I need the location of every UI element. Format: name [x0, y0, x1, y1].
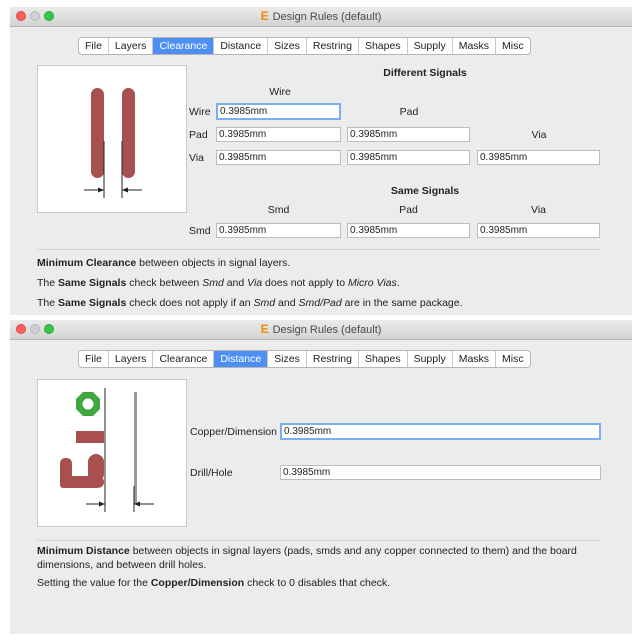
tab-layers[interactable]: Layers: [109, 38, 154, 54]
smd-pad-clearance-input[interactable]: [347, 223, 470, 238]
tab-shapes[interactable]: Shapes: [359, 351, 408, 367]
clearance-description-2: The Same Signals check between Smd and V…: [37, 277, 400, 289]
via-wire-clearance-input[interactable]: [216, 150, 341, 165]
same-signals-heading: Same Signals: [390, 185, 460, 197]
design-rules-window-distance: E Design Rules (default) File Layers Clea…: [10, 320, 632, 634]
via-via-clearance-input[interactable]: [477, 150, 600, 165]
column-header-wire: Wire: [269, 86, 291, 98]
design-rules-window-clearance: E Design Rules (default) File Layers Clea…: [10, 7, 632, 315]
tab-bar: File Layers Clearance Distance Sizes Res…: [78, 37, 531, 55]
row-label-via: Via: [189, 152, 204, 164]
column-header-smd: Smd: [267, 204, 290, 216]
distance-description-1: Minimum Distance between objects in sign…: [37, 545, 577, 571]
divider: [37, 249, 600, 250]
tab-file[interactable]: File: [79, 38, 109, 54]
column-header-same-pad: Pad: [399, 204, 418, 216]
distance-preview-image: [37, 379, 187, 527]
trace-left: [91, 88, 104, 178]
copper-dimension-label: Copper/Dimension: [190, 426, 277, 438]
tab-supply[interactable]: Supply: [408, 351, 453, 367]
tab-clearance[interactable]: Clearance: [153, 351, 215, 367]
wire-wire-clearance-input[interactable]: [216, 103, 341, 120]
drill-hole-input[interactable]: [280, 465, 601, 480]
row-label-pad: Pad: [189, 129, 208, 141]
row-label-smd: Smd: [189, 225, 211, 237]
divider: [37, 540, 600, 541]
column-header-pad: Pad: [399, 106, 419, 118]
tab-masks[interactable]: Masks: [453, 38, 497, 54]
clearance-description-1: Minimum Clearance between objects in sig…: [37, 257, 291, 269]
window-title: Design Rules (default): [272, 11, 382, 23]
pad-wire-clearance-input[interactable]: [216, 127, 341, 142]
tab-misc[interactable]: Misc: [496, 38, 530, 54]
copper-dimension-input[interactable]: [280, 423, 601, 440]
pad-pad-clearance-input[interactable]: [347, 127, 470, 142]
drill-hole-label: Drill/Hole: [190, 467, 233, 479]
different-signals-heading: Different Signals: [383, 67, 467, 79]
clearance-preview-image: [37, 65, 187, 213]
smd-smd-clearance-input[interactable]: [216, 223, 341, 238]
eagle-app-icon: E: [260, 322, 269, 336]
smd-via-clearance-input[interactable]: [477, 223, 600, 238]
tab-restring[interactable]: Restring: [307, 38, 359, 54]
tab-shapes[interactable]: Shapes: [359, 38, 408, 54]
trace-right: [122, 88, 135, 178]
tab-distance[interactable]: Distance: [214, 351, 269, 367]
distance-description-2: Setting the value for the Copper/Dimensi…: [37, 577, 391, 589]
tab-file[interactable]: File: [79, 351, 109, 367]
tab-clearance[interactable]: Clearance: [153, 38, 215, 54]
tab-distance[interactable]: Distance: [214, 38, 269, 54]
column-header-same-via: Via: [531, 204, 546, 216]
via-pad-clearance-input[interactable]: [347, 150, 470, 165]
window-title: Design Rules (default): [272, 324, 382, 336]
tab-restring[interactable]: Restring: [307, 351, 359, 367]
title-bar: E Design Rules (default): [10, 7, 632, 27]
smd-pad-shape: [76, 431, 104, 443]
clearance-description-3: The Same Signals check does not apply if…: [37, 297, 463, 309]
tab-bar: File Layers Clearance Distance Sizes Res…: [78, 350, 531, 368]
eagle-app-icon: E: [260, 9, 269, 23]
tab-masks[interactable]: Masks: [453, 351, 497, 367]
title-bar: E Design Rules (default): [10, 320, 632, 340]
tab-misc[interactable]: Misc: [496, 351, 530, 367]
tab-sizes[interactable]: Sizes: [268, 351, 307, 367]
tab-supply[interactable]: Supply: [408, 38, 453, 54]
column-header-via: Via: [531, 129, 547, 141]
tab-layers[interactable]: Layers: [109, 351, 154, 367]
tab-sizes[interactable]: Sizes: [268, 38, 307, 54]
row-label-wire: Wire: [189, 106, 211, 118]
